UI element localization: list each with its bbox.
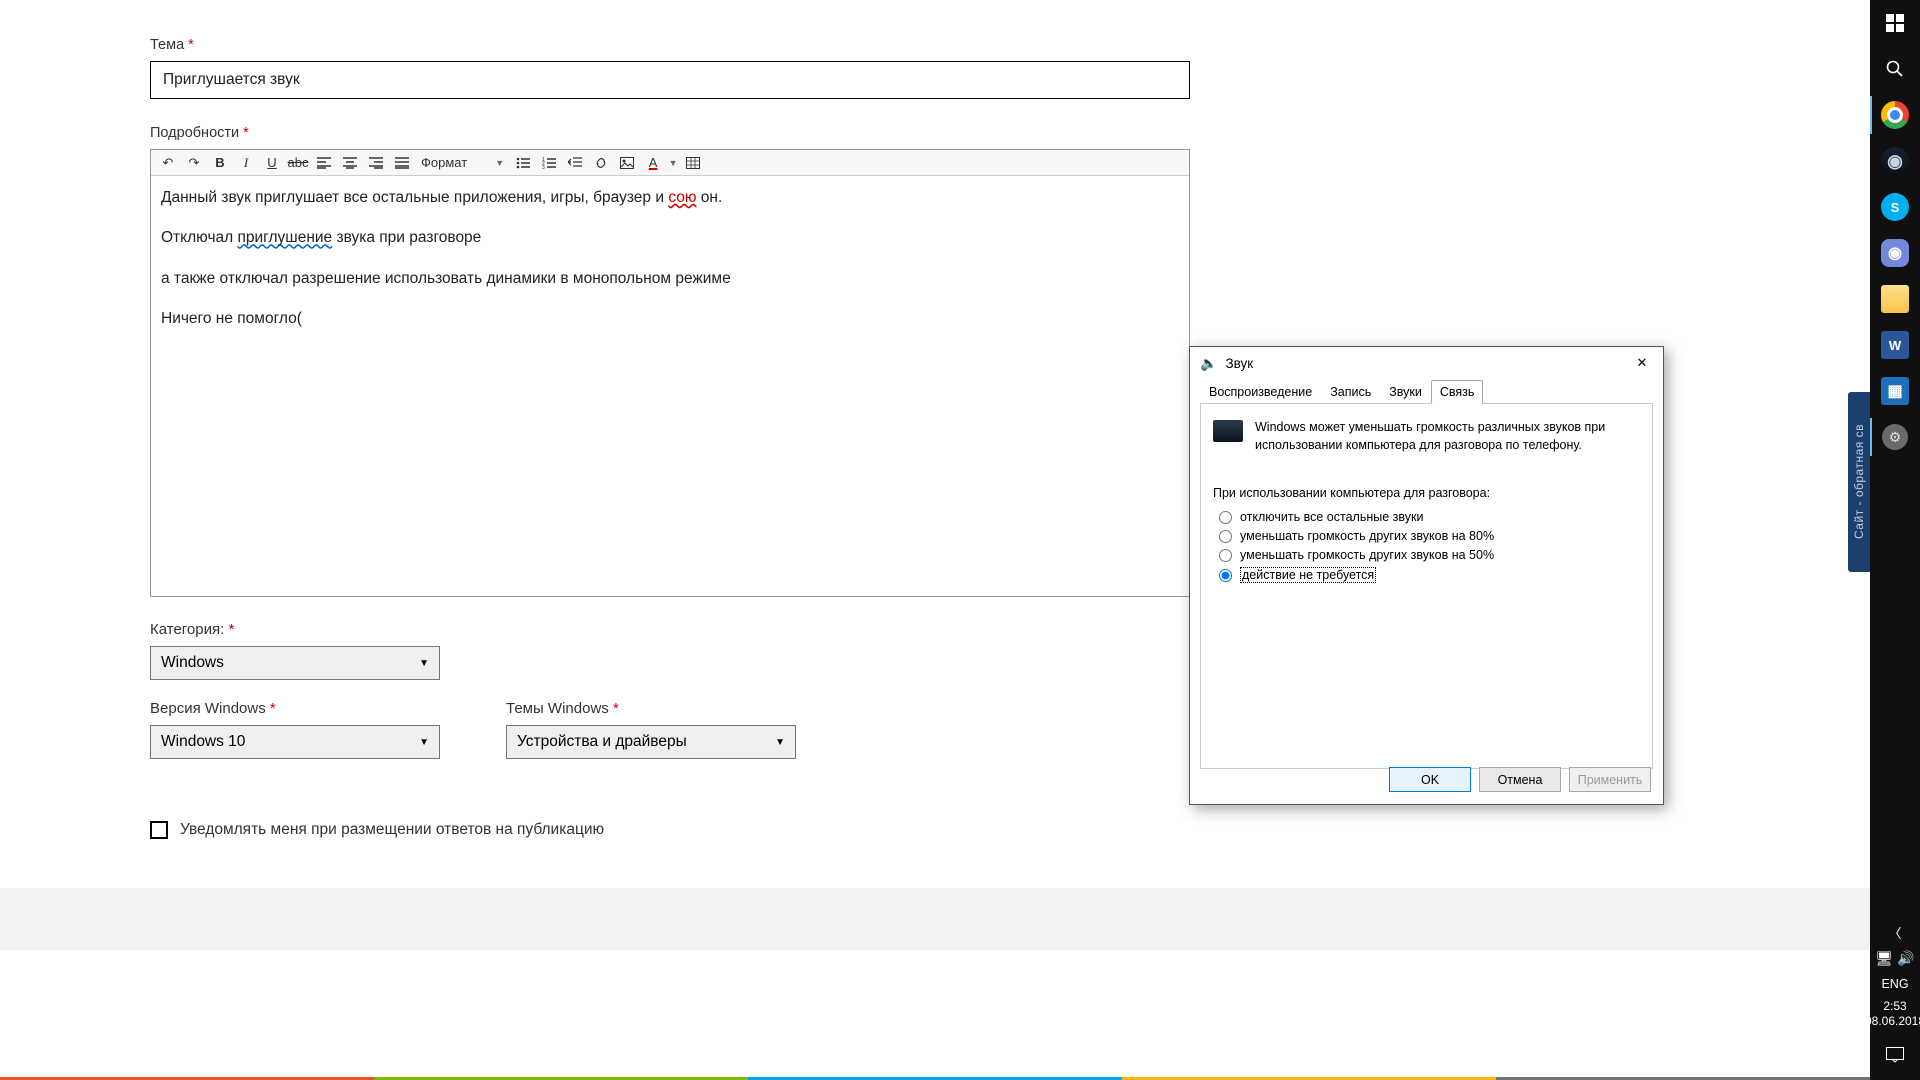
text-color-caret[interactable]: ▼ bbox=[666, 152, 680, 174]
editor-toolbar: ↶ ↷ B I U abc Формат▼ bbox=[151, 150, 1189, 176]
sound-dialog-title: Звук bbox=[1225, 356, 1253, 371]
bullet-list-button[interactable] bbox=[510, 152, 536, 174]
windows-icon bbox=[1886, 14, 1904, 32]
clock[interactable]: 2:53 08.06.2018 bbox=[1865, 999, 1920, 1030]
sound-dialog-titlebar[interactable]: 🔈 Звук ✕ bbox=[1190, 347, 1663, 379]
svg-text:3: 3 bbox=[542, 165, 545, 169]
sound-panel: Windows может уменьшать громкость различ… bbox=[1200, 403, 1653, 769]
steam-taskbar-icon[interactable]: ◉ bbox=[1870, 138, 1920, 184]
details-label: Подробности * bbox=[150, 125, 1200, 141]
chrome-taskbar-icon[interactable] bbox=[1870, 92, 1920, 138]
footer-band bbox=[0, 888, 1870, 950]
app-icon: ▦ bbox=[1881, 377, 1909, 405]
radio-reduce-50[interactable]: уменьшать громкость других звуков на 50% bbox=[1219, 548, 1640, 562]
format-dropdown[interactable]: Формат▼ bbox=[415, 152, 510, 174]
skype-taskbar-icon[interactable]: S bbox=[1870, 184, 1920, 230]
start-button[interactable] bbox=[1870, 0, 1920, 46]
discord-icon: ◉ bbox=[1881, 239, 1909, 267]
notifications-button[interactable] bbox=[1870, 1036, 1920, 1074]
category-label: Категория: * bbox=[150, 621, 1200, 638]
undo-button[interactable]: ↶ bbox=[155, 152, 181, 174]
app-taskbar-icon[interactable]: ▦ bbox=[1870, 368, 1920, 414]
version-label: Версия Windows * bbox=[150, 700, 440, 717]
speaker-icon: 🔈 bbox=[1200, 355, 1217, 372]
tab-communications[interactable]: Связь bbox=[1431, 380, 1484, 404]
topic-input[interactable] bbox=[150, 61, 1190, 99]
explorer-taskbar-icon[interactable] bbox=[1870, 276, 1920, 322]
sound-description: Windows может уменьшать громкость различ… bbox=[1255, 418, 1640, 454]
gear-icon: ⚙ bbox=[1882, 424, 1908, 450]
tab-recording[interactable]: Запись bbox=[1321, 380, 1380, 404]
ok-button[interactable]: OK bbox=[1389, 767, 1471, 792]
underline-button[interactable]: U bbox=[259, 152, 285, 174]
word-taskbar-icon[interactable]: W bbox=[1870, 322, 1920, 368]
apply-button[interactable]: Применить bbox=[1569, 767, 1651, 792]
language-indicator[interactable]: ENG bbox=[1881, 977, 1908, 991]
table-button[interactable] bbox=[680, 152, 706, 174]
word-icon: W bbox=[1881, 331, 1909, 359]
align-right-button[interactable] bbox=[363, 152, 389, 174]
numbered-list-button[interactable]: 123 bbox=[536, 152, 562, 174]
strike-button[interactable]: abc bbox=[285, 152, 311, 174]
network-icon[interactable]: 🖥 bbox=[1875, 950, 1893, 967]
redo-button[interactable]: ↷ bbox=[181, 152, 207, 174]
tab-playback[interactable]: Воспроизведение bbox=[1200, 380, 1321, 404]
version-select[interactable]: Windows 10▼ bbox=[150, 725, 440, 759]
category-select[interactable]: Windows▼ bbox=[150, 646, 440, 680]
notify-checkbox[interactable] bbox=[150, 821, 168, 839]
text-color-button[interactable]: A bbox=[640, 152, 666, 174]
align-justify-button[interactable] bbox=[389, 152, 415, 174]
search-button[interactable] bbox=[1870, 46, 1920, 92]
sound-dialog: 🔈 Звук ✕ Воспроизведение Запись Звуки Св… bbox=[1189, 346, 1664, 805]
align-left-button[interactable] bbox=[311, 152, 337, 174]
link-button[interactable] bbox=[588, 152, 614, 174]
tray-overflow-button[interactable]: 〈 bbox=[1870, 919, 1920, 947]
close-button[interactable]: ✕ bbox=[1621, 348, 1663, 378]
radio-reduce-80[interactable]: уменьшать громкость других звуков на 80% bbox=[1219, 529, 1640, 543]
skype-icon: S bbox=[1881, 193, 1909, 221]
settings-taskbar-icon[interactable]: ⚙ bbox=[1870, 414, 1920, 460]
discord-taskbar-icon[interactable]: ◉ bbox=[1870, 230, 1920, 276]
theme-select[interactable]: Устройства и драйверы▼ bbox=[506, 725, 796, 759]
topic-label: Тема * bbox=[150, 37, 1200, 53]
radio-mute-all[interactable]: отключить все остальные звуки bbox=[1219, 510, 1640, 524]
italic-button[interactable]: I bbox=[233, 152, 259, 174]
align-center-button[interactable] bbox=[337, 152, 363, 174]
theme-label: Темы Windows * bbox=[506, 700, 796, 717]
taskbar: ◉ S ◉ W ▦ ⚙ 〈 🖥 🔊 ENG 2:53 08.06.2018 bbox=[1870, 0, 1920, 1080]
outdent-button[interactable] bbox=[562, 152, 588, 174]
feedback-tab[interactable]: Сайт - обратная св bbox=[1848, 392, 1870, 572]
notification-icon bbox=[1886, 1047, 1904, 1063]
sound-subheading: При использовании компьютера для разгово… bbox=[1213, 486, 1640, 500]
volume-icon[interactable]: 🔊 bbox=[1897, 950, 1914, 967]
notify-label: Уведомлять меня при размещении ответов н… bbox=[180, 821, 604, 839]
image-button[interactable] bbox=[614, 152, 640, 174]
radio-do-nothing[interactable]: действие не требуется bbox=[1219, 567, 1640, 583]
rich-text-editor: ↶ ↷ B I U abc Формат▼ bbox=[150, 149, 1190, 597]
bold-button[interactable]: B bbox=[207, 152, 233, 174]
chrome-icon bbox=[1881, 101, 1909, 129]
search-icon bbox=[1886, 60, 1904, 78]
tab-sounds[interactable]: Звуки bbox=[1380, 380, 1431, 404]
folder-icon bbox=[1881, 285, 1909, 313]
editor-body[interactable]: Данный звук приглушает все остальные при… bbox=[151, 176, 1189, 596]
steam-icon: ◉ bbox=[1881, 147, 1909, 175]
device-icon bbox=[1213, 420, 1243, 442]
dialog-cancel-button[interactable]: Отмена bbox=[1479, 767, 1561, 792]
